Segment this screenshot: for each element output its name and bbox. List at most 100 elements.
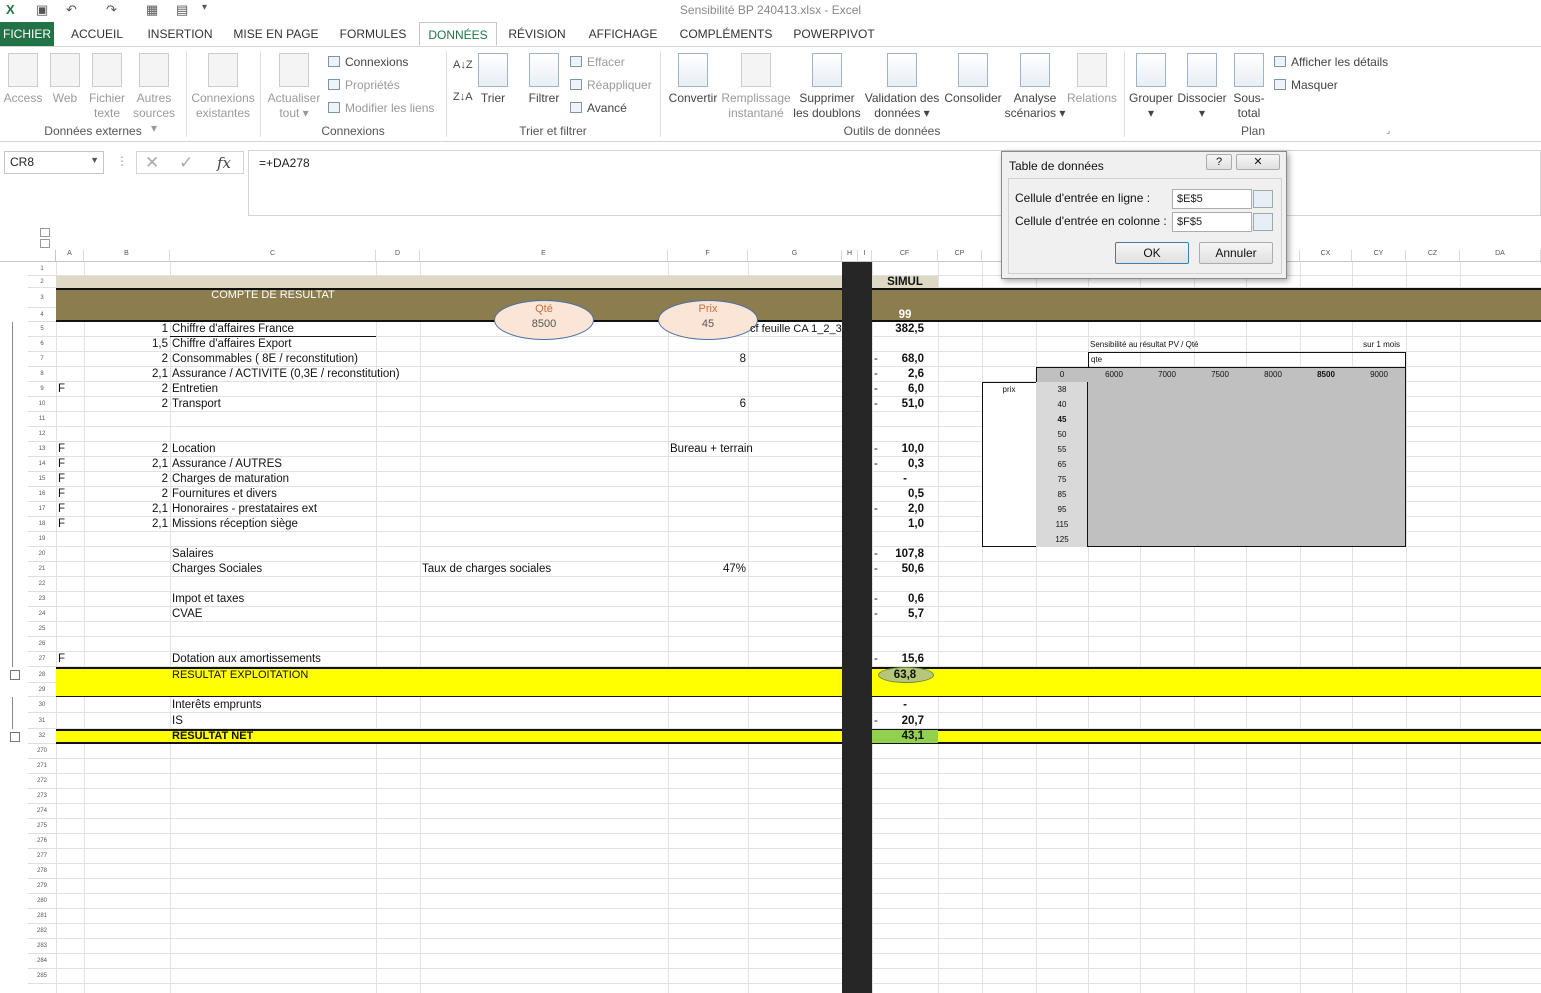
dissocier-button[interactable]: Dissocier ▾ <box>1176 53 1228 121</box>
row-header[interactable]: 15 <box>28 472 56 487</box>
row-header[interactable]: 284 <box>28 954 56 969</box>
row-input-field[interactable]: $E$5 <box>1172 189 1252 209</box>
row-header[interactable]: 282 <box>28 924 56 939</box>
row-header[interactable]: 22 <box>28 577 56 592</box>
reappliquer-button[interactable]: Réappliquer <box>570 78 652 92</box>
row-header[interactable]: 8 <box>28 367 56 382</box>
sous-total-button[interactable]: Sous-total <box>1228 53 1270 121</box>
web-button[interactable]: Web <box>46 53 84 106</box>
analyse-scenarios-button[interactable]: Analyse scénarios ▾ <box>1004 53 1066 121</box>
outline-collapse-button[interactable] <box>10 732 20 742</box>
row-header[interactable]: 32 <box>28 729 56 744</box>
row-header[interactable]: 26 <box>28 637 56 652</box>
row-header[interactable]: 3 <box>28 288 56 308</box>
column-header[interactable]: I <box>858 250 872 262</box>
row-header[interactable]: 6 <box>28 337 56 352</box>
cancel-button[interactable]: Annuler <box>1199 242 1273 264</box>
column-header[interactable]: CX <box>1300 250 1352 262</box>
validation-donnees-button[interactable]: Validation des données ▾ <box>862 53 942 121</box>
tab-affichage[interactable]: AFFICHAGE <box>582 22 664 46</box>
collapse-dialog-icon[interactable] <box>1253 190 1273 208</box>
column-header[interactable]: CP <box>938 250 982 262</box>
trier-button[interactable]: Trier <box>476 53 510 106</box>
column-header[interactable]: CF <box>872 250 938 262</box>
column-header[interactable]: CY <box>1352 250 1406 262</box>
outline-level-1-button[interactable] <box>40 228 50 237</box>
row-header[interactable]: 21 <box>28 562 56 577</box>
column-header[interactable]: B <box>84 250 170 262</box>
row-header[interactable]: 20 <box>28 547 56 562</box>
formula-input[interactable]: =+DA278 <box>248 150 1541 216</box>
row-header[interactable]: 283 <box>28 939 56 954</box>
row-header[interactable]: 11 <box>28 412 56 427</box>
row-header[interactable]: 18 <box>28 517 56 532</box>
supprimer-doublons-button[interactable]: Supprimer les doublons <box>792 53 862 121</box>
actualiser-tout-button[interactable]: Actualiser tout ▾ <box>264 53 324 121</box>
row-header[interactable]: 275 <box>28 819 56 834</box>
convertir-button[interactable]: Convertir <box>664 53 722 106</box>
row-header[interactable]: 279 <box>28 879 56 894</box>
help-button[interactable]: ? <box>1206 154 1232 170</box>
row-header[interactable]: 12 <box>28 427 56 442</box>
tab-powerpivot[interactable]: POWERPIVOT <box>788 22 880 46</box>
filtrer-button[interactable]: Filtrer <box>524 53 564 106</box>
select-all-corner[interactable] <box>0 250 56 262</box>
outline-level-2-button[interactable] <box>40 239 50 248</box>
row-header[interactable]: 280 <box>28 894 56 909</box>
collapse-dialog-icon[interactable] <box>1253 213 1273 231</box>
row-header[interactable]: 9 <box>28 382 56 397</box>
cancel-icon[interactable]: ✕ <box>145 153 159 173</box>
remplissage-instantane-button[interactable]: Remplissage instantané <box>720 53 792 121</box>
tab-accueil[interactable]: ACCUEIL <box>64 22 130 46</box>
tab-formules[interactable]: FORMULES <box>334 22 412 46</box>
sort-za-icon[interactable]: Z↓A <box>453 91 473 103</box>
spreadsheet-grid[interactable]: ABCDEFGHICFCPCRCSCTCUCVCWCXCYCZDA 123456… <box>0 250 1541 993</box>
row-header[interactable]: 276 <box>28 834 56 849</box>
avance-button[interactable]: Avancé <box>570 101 627 115</box>
row-header[interactable]: 285 <box>28 969 56 984</box>
sort-az-icon[interactable]: A↓Z <box>453 59 473 71</box>
row-header[interactable]: 5 <box>28 322 56 337</box>
insert-function-icon[interactable]: fx <box>217 154 231 172</box>
consolider-button[interactable]: Consolider <box>942 53 1004 106</box>
row-header[interactable]: 277 <box>28 849 56 864</box>
column-input-field[interactable]: $F$5 <box>1172 212 1252 232</box>
tab-donnees[interactable]: DONNÉES <box>419 22 497 46</box>
fichier-texte-button[interactable]: Fichier texte <box>86 53 128 121</box>
access-button[interactable]: Access <box>2 53 44 106</box>
row-header[interactable]: 16 <box>28 487 56 502</box>
enter-icon[interactable]: ✓ <box>179 153 193 173</box>
tab-insertion[interactable]: INSERTION <box>140 22 220 46</box>
tab-revision[interactable]: RÉVISION <box>503 22 571 46</box>
row-header[interactable]: 4 <box>28 308 56 322</box>
row-header[interactable]: 19 <box>28 532 56 547</box>
relations-button[interactable]: Relations <box>1066 53 1118 106</box>
dialog-launcher-icon[interactable]: ⌟ <box>1386 125 1390 136</box>
outline-collapse-button[interactable] <box>10 670 20 680</box>
row-header[interactable]: 273 <box>28 789 56 804</box>
row-header[interactable]: 24 <box>28 607 56 622</box>
row-header[interactable]: 14 <box>28 457 56 472</box>
grouper-button[interactable]: Grouper ▾ <box>1128 53 1174 121</box>
row-header[interactable]: 278 <box>28 864 56 879</box>
tab-complements[interactable]: COMPLÉMENTS <box>674 22 778 46</box>
row-header[interactable]: 10 <box>28 397 56 412</box>
row-header[interactable]: 270 <box>28 744 56 759</box>
row-header[interactable]: 29 <box>28 683 56 697</box>
row-header[interactable]: 2 <box>28 276 56 288</box>
column-header[interactable]: H <box>842 250 858 262</box>
column-header[interactable]: G <box>748 250 842 262</box>
row-header[interactable]: 17 <box>28 502 56 517</box>
column-header[interactable]: F <box>668 250 748 262</box>
column-header[interactable]: DA <box>1460 250 1541 262</box>
row-header[interactable]: 7 <box>28 352 56 367</box>
tab-mise-en-page[interactable]: MISE EN PAGE <box>228 22 324 46</box>
row-header[interactable]: 1 <box>28 262 56 276</box>
row-header[interactable]: 28 <box>28 667 56 683</box>
row-header[interactable]: 27 <box>28 652 56 667</box>
row-header[interactable]: 31 <box>28 713 56 729</box>
name-box[interactable]: CR8 ▼ <box>4 151 104 174</box>
row-header[interactable]: 281 <box>28 909 56 924</box>
tab-fichier[interactable]: FICHIER <box>0 22 54 46</box>
afficher-details-button[interactable]: Afficher les détails <box>1274 55 1388 69</box>
